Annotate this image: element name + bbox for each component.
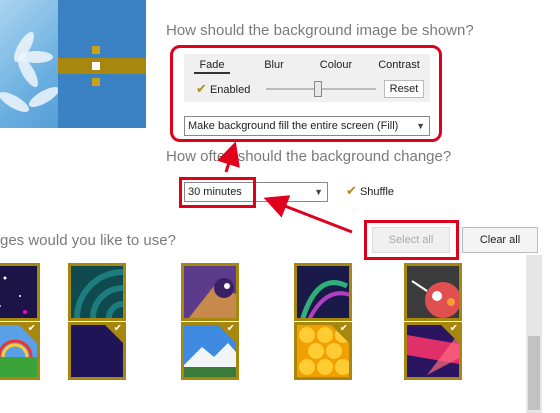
preview-tile <box>92 78 100 86</box>
image-tile[interactable]: ✔ <box>181 322 239 380</box>
image-tile[interactable] <box>68 263 126 321</box>
preview-tile <box>92 62 100 70</box>
highlight-box <box>179 177 256 208</box>
highlight-box <box>170 45 442 142</box>
image-tile[interactable] <box>404 263 462 321</box>
image-tile[interactable] <box>294 263 352 321</box>
dark-swirl-art <box>300 280 349 318</box>
image-tile[interactable] <box>181 263 239 321</box>
shuffle-label: Shuffle <box>359 186 395 198</box>
image-tile[interactable]: ✔ <box>294 322 352 380</box>
image-tile[interactable]: ✔ <box>68 322 126 380</box>
scrollbar-thumb[interactable] <box>528 336 540 410</box>
teal-swirl-art <box>74 269 123 318</box>
frequency-heading: How often should the background change? <box>166 148 452 165</box>
background-preview <box>0 0 146 128</box>
clear-all-button[interactable]: Clear all <box>462 227 538 253</box>
display-heading: How should the background image be shown… <box>166 22 474 39</box>
images-heading: ges would you like to use? <box>0 232 176 249</box>
preview-accent-band <box>58 58 146 74</box>
purple-bird-art <box>188 278 236 318</box>
preview-tile <box>92 46 100 54</box>
flower-petal <box>26 83 62 111</box>
checkmark-icon: ✔ <box>339 323 348 334</box>
image-tile[interactable]: ✔ <box>404 322 462 380</box>
flower-petal <box>0 88 32 116</box>
robot-face-art <box>411 280 459 318</box>
checkmark-icon: ✔ <box>449 323 458 334</box>
image-tile[interactable]: ✔ <box>0 322 40 380</box>
image-tile[interactable] <box>0 263 40 321</box>
shuffle-checkbox[interactable]: ✔ Shuffle <box>346 183 394 199</box>
checkmark-icon: ✔ <box>226 323 235 334</box>
checkmark-icon: ✔ <box>346 183 357 198</box>
chevron-down-icon: ▼ <box>314 187 323 197</box>
checkmark-icon: ✔ <box>27 323 36 334</box>
arrow-to-interval-select <box>263 195 353 234</box>
highlight-box <box>364 220 459 260</box>
checkmark-icon: ✔ <box>113 323 122 334</box>
stars-art <box>0 276 27 314</box>
